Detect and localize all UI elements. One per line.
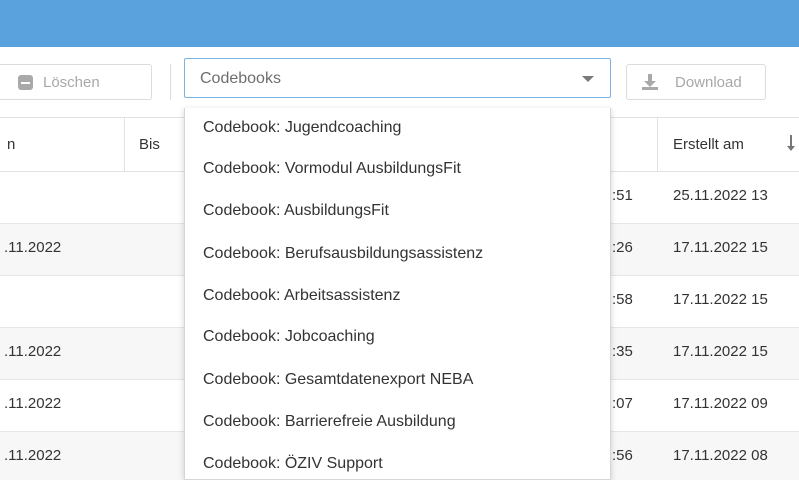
- delete-button[interactable]: Löschen: [0, 64, 152, 100]
- codebooks-select[interactable]: Codebooks: [184, 58, 611, 98]
- codebooks-select-value: Codebooks: [200, 70, 281, 87]
- dropdown-option[interactable]: Codebook: Gesamtdatenexport NEBA: [203, 371, 473, 389]
- toolbar: Löschen Codebooks Download: [0, 47, 799, 117]
- cell-time: :58: [612, 291, 633, 308]
- download-icon: [642, 74, 658, 90]
- cell-time: :26: [612, 239, 633, 256]
- chevron-down-icon[interactable]: [582, 76, 594, 82]
- cell-von: .11.2022: [4, 343, 62, 360]
- delete-button-label: Löschen: [43, 73, 100, 91]
- codebooks-dropdown-menu: Codebook: Jugendcoaching Codebook: Vormo…: [184, 108, 611, 480]
- download-button-label: Download: [675, 73, 742, 91]
- cell-erstellt-am: 17.11.2022 15: [673, 291, 768, 308]
- top-header-bar: [0, 0, 799, 47]
- cell-erstellt-am: 25.11.2022 13: [673, 187, 768, 204]
- cell-time: :56: [612, 447, 633, 464]
- sort-descending-icon[interactable]: [786, 133, 796, 153]
- cell-time: :51: [612, 187, 633, 204]
- cell-erstellt-am: 17.11.2022 15: [673, 343, 768, 360]
- cell-von: .11.2022: [4, 239, 62, 256]
- cell-erstellt-am: 17.11.2022 08: [673, 447, 768, 464]
- dropdown-option[interactable]: Codebook: Vormodul AusbildungsFit: [203, 160, 461, 178]
- column-divider: [657, 118, 658, 171]
- cell-time: :35: [612, 343, 633, 360]
- dropdown-option[interactable]: Codebook: Barrierefreie Ausbildung: [203, 413, 456, 431]
- column-header-bis[interactable]: Bis: [139, 136, 160, 153]
- cell-von: .11.2022: [4, 447, 62, 464]
- dropdown-option[interactable]: Codebook: ÖZIV Support: [203, 455, 383, 473]
- dropdown-option[interactable]: Codebook: Jobcoaching: [203, 328, 375, 346]
- cell-time: :07: [612, 395, 633, 412]
- dropdown-option[interactable]: Codebook: Berufsausbildungsassistenz: [203, 245, 483, 263]
- minus-square-icon: [18, 75, 33, 90]
- cell-erstellt-am: 17.11.2022 15: [673, 239, 768, 256]
- cell-von: .11.2022: [4, 395, 62, 412]
- download-button[interactable]: Download: [626, 64, 766, 100]
- dropdown-option[interactable]: Codebook: Arbeitsassistenz: [203, 287, 400, 305]
- cell-erstellt-am: 17.11.2022 09: [673, 395, 768, 412]
- column-header-erstellt-am[interactable]: Erstellt am: [673, 136, 744, 153]
- dropdown-option[interactable]: Codebook: AusbildungsFit: [203, 202, 389, 220]
- column-divider: [124, 118, 125, 171]
- column-header-von[interactable]: n: [7, 136, 15, 153]
- dropdown-option[interactable]: Codebook: Jugendcoaching: [203, 119, 401, 137]
- toolbar-divider: [170, 64, 171, 100]
